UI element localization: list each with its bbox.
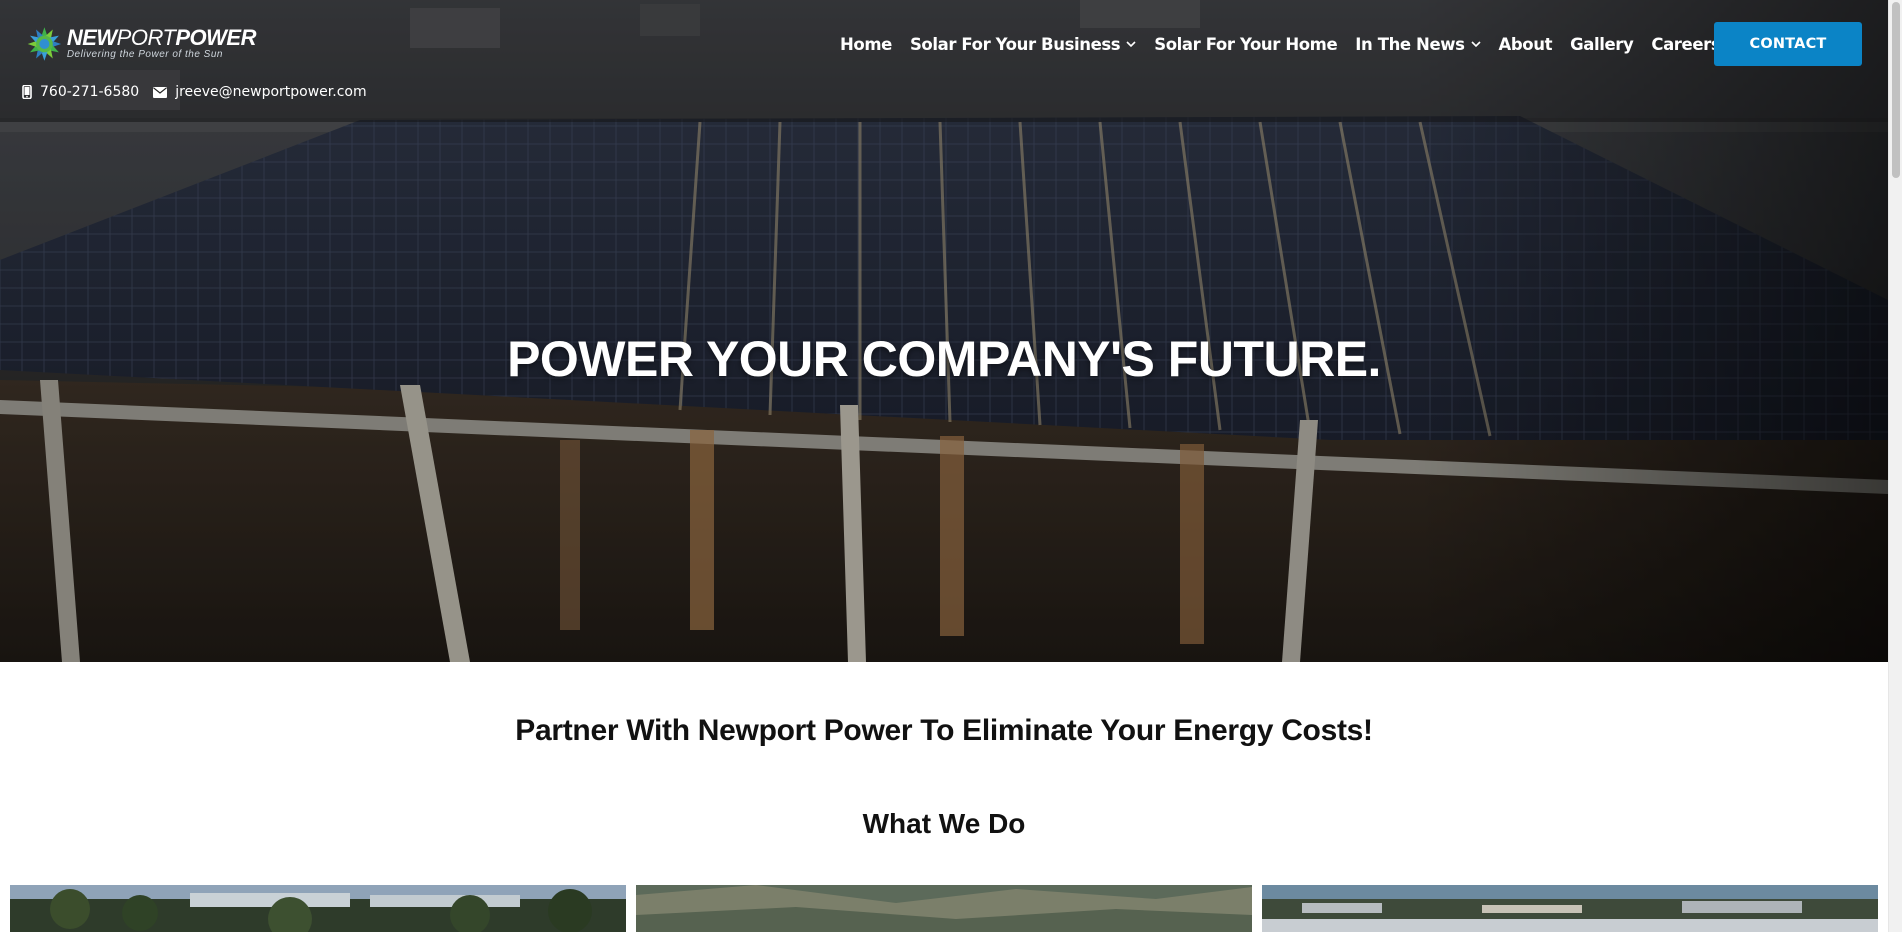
phone-link[interactable]: 760-271-6580 xyxy=(22,84,139,100)
email-link[interactable]: jreeve@newportpower.com xyxy=(153,84,367,100)
service-card-2[interactable] xyxy=(636,885,1252,932)
phone-number: 760-271-6580 xyxy=(40,84,140,100)
service-cards xyxy=(10,885,1878,932)
mobile-phone-icon xyxy=(22,85,32,99)
vertical-scrollbar[interactable] xyxy=(1888,0,1902,932)
intro-tagline: Partner With Newport Power To Eliminate … xyxy=(515,714,1373,747)
office-campus-photo xyxy=(10,885,626,932)
contact-button[interactable]: CONTACT xyxy=(1714,22,1862,66)
section-title-what-we-do: What We Do xyxy=(862,808,1026,839)
hillside-landscape-photo xyxy=(636,885,1252,932)
chevron-down-icon xyxy=(1126,40,1136,47)
nav-item-solar-business[interactable]: Solar For Your Business xyxy=(910,35,1136,54)
chevron-down-icon xyxy=(1470,40,1481,47)
envelope-icon xyxy=(153,86,168,98)
service-card-1[interactable] xyxy=(10,885,626,932)
hero-title: POWER YOUR COMPANY'S FUTURE. xyxy=(507,331,1381,387)
nav-item-careers[interactable]: Careers xyxy=(1651,35,1720,54)
scrollbar-thumb[interactable] xyxy=(1892,2,1900,178)
nav-item-home[interactable]: Home xyxy=(840,35,892,54)
main-nav: Home Solar For Your Business Solar For Y… xyxy=(840,30,1738,58)
brand-wordmark: NEWPORTPOWER xyxy=(66,25,257,50)
nav-item-gallery[interactable]: Gallery xyxy=(1570,35,1634,54)
brand-tagline: Delivering the Power of the Sun xyxy=(66,49,223,60)
page: NEWPORTPOWER Delivering the Power of the… xyxy=(0,0,1888,932)
service-card-3[interactable] xyxy=(1262,885,1878,932)
email-address: jreeve@newportpower.com xyxy=(175,84,367,100)
sunburst-logo-icon xyxy=(27,27,62,61)
brand-logo[interactable]: NEWPORTPOWER Delivering the Power of the… xyxy=(26,20,256,68)
nav-item-about[interactable]: About xyxy=(1499,35,1553,54)
contact-strip: 760-271-6580 jreeve@newportpower.com xyxy=(22,84,381,100)
nav-item-in-the-news[interactable]: In The News xyxy=(1355,35,1481,54)
nav-item-solar-home[interactable]: Solar For Your Home xyxy=(1154,35,1337,54)
header-overlay xyxy=(0,0,1888,122)
hero-banner: NEWPORTPOWER Delivering the Power of the… xyxy=(0,0,1888,662)
city-rooftop-photo xyxy=(1262,885,1878,932)
